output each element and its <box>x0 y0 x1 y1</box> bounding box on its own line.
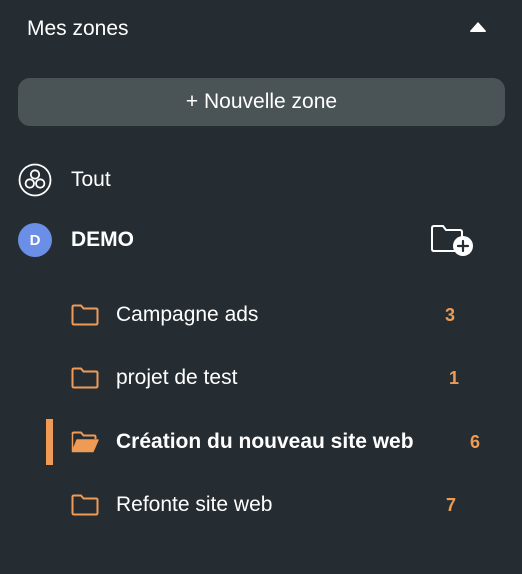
folder-icon <box>71 367 99 389</box>
three-circles-icon <box>18 163 52 197</box>
folder-item-refonte-site-web[interactable]: Refonte site web 7 <box>0 485 522 525</box>
folder-icon <box>71 304 99 326</box>
panel-title: Mes zones <box>27 17 129 40</box>
workspace-name: DEMO <box>71 228 134 251</box>
folder-icon <box>71 494 99 516</box>
workspace-item[interactable]: D DEMO <box>18 222 134 258</box>
folder-label: Création du nouveau site web <box>116 430 414 453</box>
folder-item-campagne-ads[interactable]: Campagne ads 3 <box>0 295 522 335</box>
folder-item-projet-de-test[interactable]: projet de test 1 <box>0 358 522 398</box>
workspace-avatar: D <box>18 223 52 257</box>
folder-count-badge: 1 <box>449 367 460 388</box>
caret-up-icon[interactable] <box>468 20 488 34</box>
folder-count-badge: 6 <box>470 431 481 452</box>
zones-panel: Mes zones + Nouvelle zone Tout D DEMO Ca… <box>0 0 522 574</box>
folder-label: Refonte site web <box>116 493 273 516</box>
folder-item-creation-nouveau-site-web[interactable]: Création du nouveau site web 6 <box>0 419 522 465</box>
folder-label: Campagne ads <box>116 303 259 326</box>
folder-count-badge: 7 <box>446 494 457 515</box>
all-zones-item[interactable]: Tout <box>18 162 111 198</box>
active-indicator <box>46 419 53 465</box>
folder-count-badge: 3 <box>445 304 456 325</box>
new-zone-button[interactable]: + Nouvelle zone <box>18 78 505 126</box>
folder-plus-icon[interactable] <box>430 222 476 258</box>
folder-label: projet de test <box>116 366 238 389</box>
all-zones-label: Tout <box>71 168 111 191</box>
folder-open-icon <box>71 431 99 453</box>
